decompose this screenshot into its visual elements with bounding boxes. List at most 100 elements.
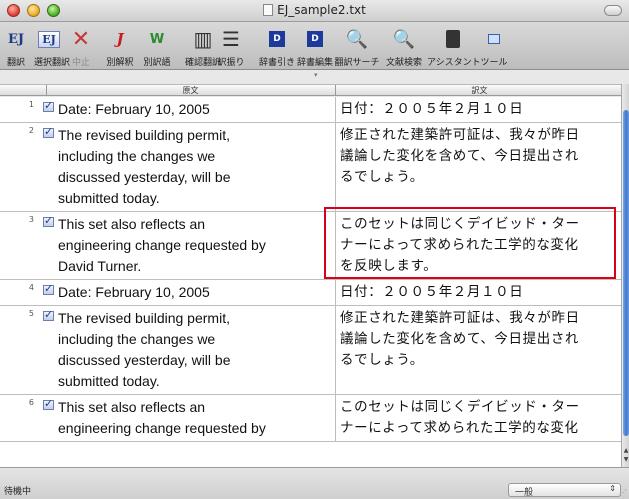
source-line: The revised building permit, — [58, 310, 230, 326]
vertical-scrollbar[interactable]: ▲ ▼ — [621, 84, 629, 467]
status-bar: 待機中 一般 ⇕ ⋰ — [0, 467, 629, 499]
row-number: 4 — [28, 283, 34, 292]
row-number: 1 — [28, 100, 34, 109]
toolbar: EJ 翻訳 EJ 選択翻訳 ✕ 中止 J 別解釈 W 別訳語 ▥ 確認翻訳 ☰ 訳振り D 辞書引き D 辞書編集… — [0, 22, 629, 70]
alt-interpretation-icon: J — [104, 25, 136, 53]
source-line: This set also reflects an — [58, 399, 206, 415]
table-row[interactable]: 6 This set also reflects an engineering ch… — [0, 395, 621, 442]
select-translate-icon-glyph: EJ — [38, 30, 60, 48]
select-translate-icon: EJ — [34, 25, 64, 53]
alt-term-icon-glyph: W — [149, 31, 165, 47]
source-line: discussed yesterday, will be — [58, 352, 231, 368]
toolbar-button-3[interactable]: J 別解釈 — [104, 25, 136, 68]
toolbar-button-4[interactable]: W 別訳語 — [138, 25, 176, 69]
title-bar: EJ_sample2.txt — [0, 0, 629, 22]
toolbar-label: 中止 — [71, 58, 90, 68]
row-checkbox[interactable] — [43, 214, 54, 227]
table-row[interactable]: 3 This set also reflects an engineering ch… — [0, 207, 621, 280]
target-column-header[interactable]: 訳文 — [338, 85, 621, 96]
literature-search-icon: 🔍 — [383, 25, 425, 53]
window-title-wrap: EJ_sample2.txt — [0, 3, 629, 17]
target-line: 修正された建築許可証は、我々が昨日 — [340, 310, 580, 326]
table-row[interactable]: 2 The revised building permit, including t… — [0, 123, 621, 212]
row-checkbox[interactable] — [43, 99, 54, 112]
dictionary-edit-icon-glyph: D — [307, 31, 323, 47]
tools-icon — [479, 25, 509, 53]
source-text[interactable]: The revised building permit, including th… — [58, 125, 334, 209]
source-line: engineering change requested by — [58, 237, 266, 253]
source-line: Date: February 10, 2005 — [58, 101, 210, 117]
target-text[interactable]: 日付：２００５年２月１０日 — [340, 282, 621, 303]
source-text[interactable]: Date: February 10, 2005 — [58, 99, 334, 120]
scroll-down-arrow-icon[interactable]: ▼ — [622, 456, 629, 464]
source-line: engineering change requested by — [58, 420, 266, 436]
updown-arrow-icon: ⇕ — [609, 484, 616, 493]
row-checkbox[interactable] — [43, 282, 54, 295]
row-number: 3 — [28, 215, 34, 224]
dictionary-lookup-icon: D — [258, 25, 296, 53]
table-row[interactable]: 1 Date: February 10, 2005 日付：２００５年２月１０日 — [0, 97, 621, 123]
status-text: 待機中 — [4, 487, 32, 497]
toolbar-label: 別訳語 — [143, 58, 171, 68]
row-checkbox[interactable] — [43, 308, 54, 321]
toolbar-button-2[interactable]: ✕ 中止 — [66, 25, 96, 69]
toolbar-button-7[interactable]: D 辞書引き — [258, 25, 296, 68]
toolbar-label: 翻訳 — [6, 58, 25, 68]
column-separator — [335, 306, 336, 395]
source-text[interactable]: Date: February 10, 2005 — [58, 282, 334, 303]
source-column-header[interactable]: 原文 — [48, 85, 333, 96]
ruby-translation-icon: ☰ — [213, 25, 249, 53]
translate-icon-glyph: EJ — [7, 31, 25, 47]
source-text[interactable]: This set also reflects an engineering cha… — [58, 397, 334, 439]
toolbar-toggle-button[interactable] — [604, 5, 622, 16]
target-text[interactable]: 修正された建築許可証は、我々が昨日 議論した変化を含めて、今日提出され るでしょう。 — [340, 125, 621, 188]
column-divider[interactable] — [335, 85, 336, 96]
column-separator — [335, 280, 336, 306]
source-line: discussed yesterday, will be — [58, 169, 231, 185]
target-line: るでしょう。 — [340, 169, 424, 185]
resize-grip-icon[interactable]: ⋰ — [619, 488, 627, 497]
toolbar-label: 選択翻訳 — [34, 58, 71, 68]
tools-icon-glyph — [488, 34, 500, 44]
target-text[interactable]: 修正された建築許可証は、我々が昨日 議論した変化を含めて、今日提出され るでしょう。 — [340, 308, 621, 371]
toolbar-button-9[interactable]: 🔍 翻訳サーチ — [334, 25, 380, 69]
toolbar-button-6[interactable]: ☰ 訳振り — [213, 25, 249, 68]
source-line: including the changes we — [58, 331, 216, 347]
target-text[interactable]: このセットは同じくデイビッド・ター ナーによって求められた工学的な変化 — [340, 397, 621, 439]
assistant-icon-glyph — [446, 30, 460, 48]
toolbar-button-12[interactable]: ツール — [479, 25, 509, 68]
target-line: 日付：２００５年２月１０日 — [340, 101, 524, 117]
stop-icon-glyph: ✕ — [71, 26, 91, 52]
toolbar-label: アシスタント — [427, 58, 481, 68]
translation-search-icon: 🔍 — [334, 25, 380, 53]
alt-interpretation-icon-glyph: J — [116, 30, 124, 48]
toolbar-button-11[interactable]: アシスタント — [427, 25, 481, 68]
row-number: 2 — [28, 126, 34, 135]
split-handle-icon[interactable]: ▾ — [314, 71, 318, 79]
scrollbar-thumb[interactable] — [623, 110, 629, 436]
target-text[interactable]: 日付：２００５年２月１０日 — [340, 99, 621, 120]
row-checkbox[interactable] — [43, 397, 54, 410]
table-row[interactable]: 5 The revised building permit, including t… — [0, 306, 621, 395]
mode-select[interactable]: 一般 ⇕ — [508, 483, 621, 498]
column-separator — [335, 395, 336, 442]
scroll-up-arrow-icon[interactable]: ▲ — [622, 447, 629, 455]
source-line: This set also reflects an — [58, 216, 206, 232]
source-text[interactable]: The revised building permit, including th… — [58, 308, 334, 392]
row-checkbox[interactable] — [43, 125, 54, 138]
source-line: including the changes we — [58, 148, 216, 164]
toolbar-label: 別解釈 — [106, 58, 134, 68]
translation-table: 1 Date: February 10, 2005 日付：２００５年２月１０日 2 Th… — [0, 97, 621, 467]
toolbar-button-1[interactable]: EJ 選択翻訳 — [34, 25, 71, 68]
assistant-icon — [427, 25, 479, 53]
toolbar-button-10[interactable]: 🔍 文献検索 — [383, 25, 425, 69]
toolbar-button-0[interactable]: EJ 翻訳 — [2, 25, 30, 69]
column-separator — [335, 123, 336, 212]
source-text[interactable]: This set also reflects an engineering cha… — [58, 214, 334, 277]
table-row[interactable]: 4 Date: February 10, 2005 日付：２００５年２月１０日 — [0, 280, 621, 306]
column-header: 原文 訳文 — [0, 84, 621, 96]
source-line: David Turner. — [58, 258, 142, 274]
ruby-translation-icon-glyph: ☰ — [222, 27, 240, 51]
column-divider — [46, 85, 47, 96]
toolbar-button-8[interactable]: D 辞書編集 — [295, 25, 335, 68]
